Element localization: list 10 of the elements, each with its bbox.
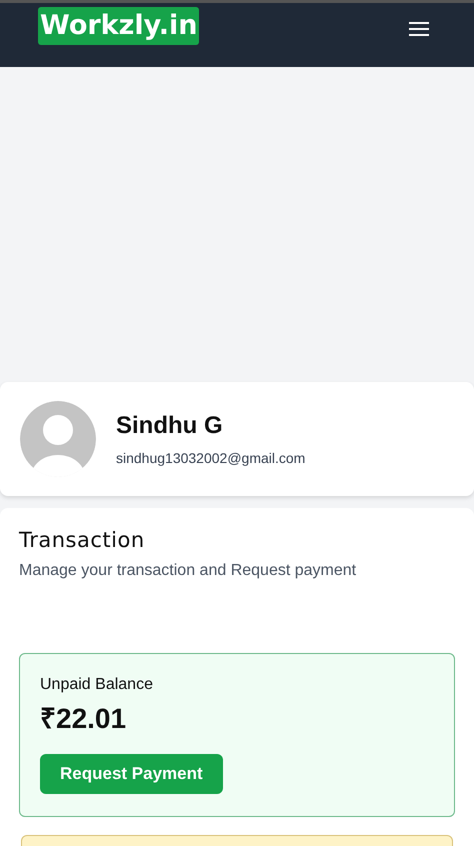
user-name: Sindhu G <box>116 412 224 440</box>
section-subtitle: Manage your transaction and Request payment <box>19 562 358 580</box>
balance-label: Unpaid Balance <box>40 676 153 694</box>
avatar-icon <box>20 401 96 477</box>
user-email: sindhug13032002@gmail.com <box>116 450 306 466</box>
section-title: Transaction <box>19 528 146 552</box>
request-payment-button[interactable]: Request Payment <box>40 754 223 794</box>
balance-amount: ₹22.01 <box>40 702 126 736</box>
menu-icon[interactable] <box>409 21 429 37</box>
logo[interactable]: Workzly.in <box>38 7 200 45</box>
